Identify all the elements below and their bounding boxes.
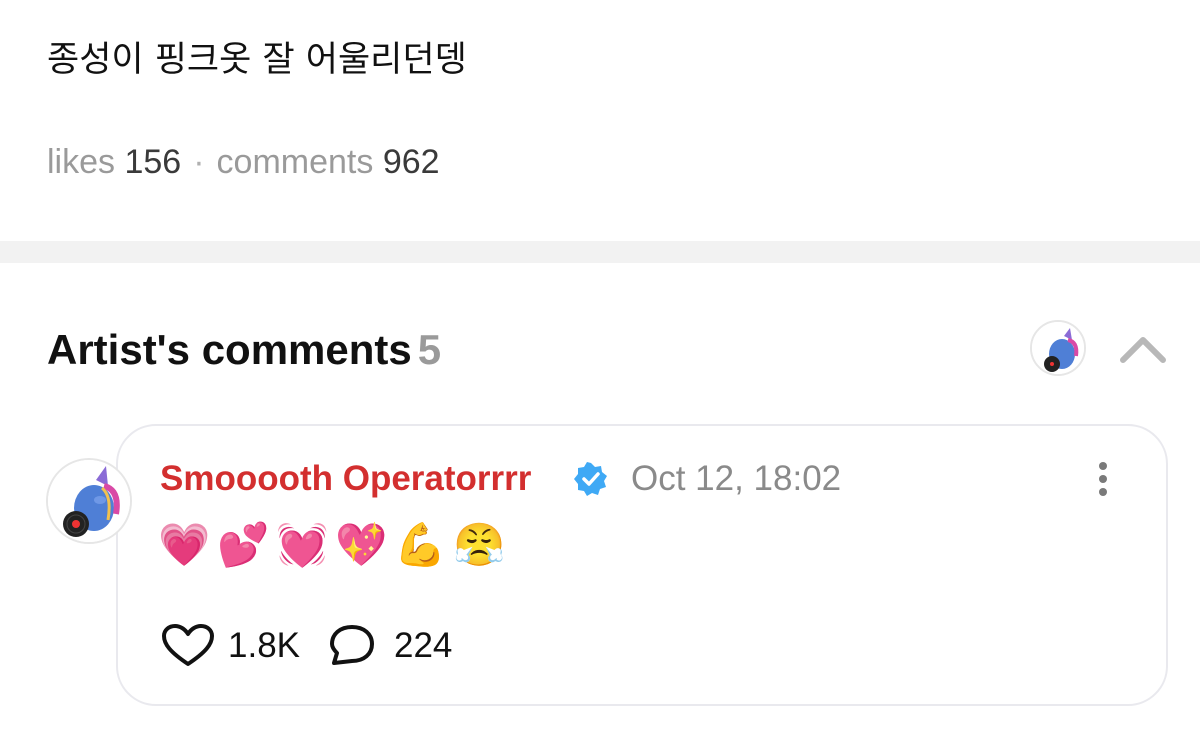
artist-comments-count: 5 [417, 326, 442, 373]
artist-avatar-small[interactable] [1030, 320, 1086, 376]
post-stats: likes 156 · comments 962 [47, 141, 440, 183]
flexed-biceps-emoji: 💪 [394, 520, 453, 569]
heart-icon [162, 624, 214, 666]
post-text: 종성이 핑크옷 잘 어울리던뎅 [47, 40, 467, 80]
beating-heart-emoji: 💓 [276, 520, 335, 569]
likes-label: likes [47, 143, 116, 181]
sparkling-heart-emoji: 💖 [335, 520, 394, 569]
artist-comments-label: Artist's comments [47, 326, 412, 373]
stats-separator: · [193, 143, 205, 181]
comments-count[interactable]: 962 [383, 143, 440, 181]
section-divider [0, 241, 1200, 263]
chevron-up-icon [1120, 337, 1166, 363]
more-vertical-icon [1099, 462, 1107, 496]
collapse-button[interactable] [1118, 330, 1168, 366]
comments-label: comments [216, 143, 374, 181]
two-hearts-emoji: 💕 [217, 520, 276, 569]
growing-heart-emoji: 💗 [158, 520, 217, 569]
reply-button[interactable] [328, 623, 380, 669]
speech-bubble-icon [330, 625, 374, 665]
likes-count[interactable]: 156 [124, 143, 181, 181]
comment-timestamp: Oct 12, 18:02 [631, 459, 842, 498]
comment-emojis: 💗💕💓💖💪😤 [158, 517, 512, 573]
comment-author-name[interactable]: Smooooth Operatorrrr [160, 458, 531, 500]
more-options-button[interactable] [1088, 458, 1118, 500]
triumph-face-emoji: 😤 [453, 520, 512, 569]
comment-author-avatar[interactable] [46, 458, 132, 544]
reply-count: 224 [394, 626, 453, 665]
like-button[interactable] [160, 624, 216, 668]
artist-comments-title: Artist's comments 5 [47, 325, 441, 375]
like-count: 1.8K [228, 626, 300, 665]
verified-badge-icon [574, 462, 608, 496]
